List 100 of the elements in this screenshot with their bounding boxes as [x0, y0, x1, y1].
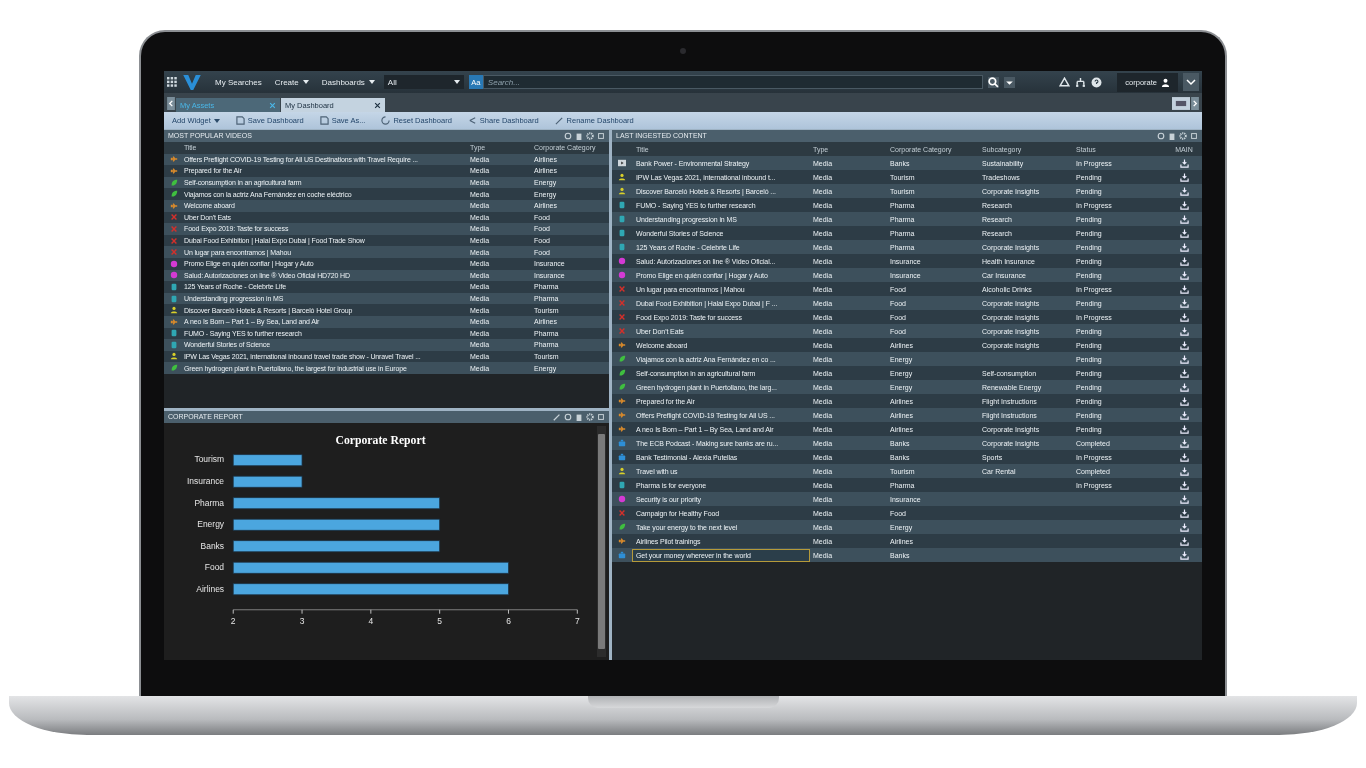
camera-dot — [680, 48, 686, 54]
sitemap-icon[interactable] — [1075, 76, 1087, 88]
tick-label: 2 — [230, 616, 236, 627]
minimize-icon[interactable] — [597, 132, 605, 140]
search-field[interactable]: Search... — [482, 75, 983, 89]
tick-label: 3 — [299, 616, 305, 627]
cross-icon — [618, 313, 626, 321]
download-icon[interactable] — [1179, 354, 1189, 364]
download-icon[interactable] — [1179, 172, 1189, 182]
airplane-icon — [618, 341, 626, 349]
pencil-icon — [554, 116, 564, 125]
briefcase-icon — [618, 453, 626, 461]
chart-title: Corporate Report — [335, 434, 426, 448]
tick-label: 6 — [506, 616, 511, 627]
download-icon[interactable] — [1179, 382, 1189, 392]
axis-label: Insurance — [186, 476, 225, 486]
cross-icon — [618, 327, 626, 335]
refresh-icon[interactable] — [1157, 132, 1165, 140]
trash-icon[interactable] — [575, 413, 583, 421]
airplane-icon — [170, 155, 178, 164]
download-icon[interactable] — [1179, 270, 1189, 280]
bottle-icon — [618, 481, 626, 489]
axis-label: Energy — [197, 519, 225, 529]
download-icon[interactable] — [1179, 284, 1189, 294]
person-icon — [618, 467, 626, 475]
download-icon[interactable] — [1179, 410, 1189, 420]
download-icon[interactable] — [1179, 340, 1189, 350]
download-icon[interactable] — [1179, 242, 1189, 252]
airplane-icon — [170, 201, 178, 210]
airplane-icon — [618, 397, 626, 405]
cross-icon — [618, 299, 626, 307]
download-icon[interactable] — [1179, 550, 1189, 560]
download-icon[interactable] — [1179, 368, 1189, 378]
scope-dropdown[interactable]: All — [383, 75, 464, 89]
download-icon[interactable] — [1179, 522, 1189, 532]
download-icon[interactable] — [1179, 452, 1189, 462]
download-icon[interactable] — [1179, 536, 1189, 546]
tab-left-arrow[interactable] — [167, 97, 175, 110]
download-icon[interactable] — [1179, 424, 1189, 434]
play-icon — [618, 159, 626, 167]
menu-button[interactable]: Create — [270, 77, 313, 87]
menu-button[interactable]: Dashboards — [317, 77, 379, 87]
download-icon[interactable] — [1179, 466, 1189, 476]
download-icon[interactable] — [1179, 508, 1189, 518]
download-icon[interactable] — [1179, 228, 1189, 238]
download-icon[interactable] — [1179, 312, 1189, 322]
download-icon[interactable] — [1179, 298, 1189, 308]
download-icon[interactable] — [1179, 438, 1189, 448]
download-icon[interactable] — [1179, 186, 1189, 196]
cross-icon — [618, 285, 626, 293]
person-icon — [618, 173, 626, 181]
search-icon[interactable] — [987, 76, 999, 88]
settings-icon[interactable] — [1179, 132, 1187, 140]
download-icon[interactable] — [1179, 214, 1189, 224]
menu-button[interactable]: My Searches — [211, 77, 266, 87]
person-icon — [170, 306, 178, 315]
refresh-icon[interactable] — [564, 413, 572, 421]
refresh-icon[interactable] — [564, 132, 572, 140]
person-icon — [170, 352, 178, 361]
close-icon[interactable] — [374, 101, 381, 109]
tab-right-arrow[interactable] — [1191, 97, 1199, 110]
cross-icon — [170, 213, 178, 222]
bar — [232, 454, 303, 467]
download-icon[interactable] — [1179, 200, 1189, 210]
axis-label: Food — [204, 562, 225, 572]
trash-icon[interactable] — [1168, 132, 1176, 140]
scrollbar-thumb[interactable] — [598, 434, 605, 649]
download-icon[interactable] — [1179, 396, 1189, 406]
settings-icon[interactable] — [586, 132, 594, 140]
leaf-icon — [618, 523, 626, 531]
airplane-icon — [618, 411, 626, 419]
download-icon[interactable] — [1179, 326, 1189, 336]
chevron-down-icon[interactable] — [1183, 73, 1199, 91]
apps-grid-icon[interactable] — [167, 76, 178, 88]
settings-icon[interactable] — [586, 413, 594, 421]
trash-icon[interactable] — [575, 132, 583, 140]
bar — [232, 475, 303, 488]
tick-label: 4 — [368, 616, 374, 627]
caret-icon — [213, 118, 220, 123]
airplane-icon — [618, 537, 626, 545]
cross-icon — [618, 509, 626, 517]
axis-label: Tourism — [194, 454, 225, 465]
download-icon[interactable] — [1179, 494, 1189, 504]
minimize-icon[interactable] — [597, 413, 605, 421]
minimize-icon[interactable] — [1190, 132, 1198, 140]
person-icon — [618, 187, 626, 195]
download-icon[interactable] — [1179, 256, 1189, 266]
person-icon — [1161, 77, 1170, 87]
download-icon[interactable] — [1179, 158, 1189, 168]
briefcase-icon — [618, 439, 626, 447]
cross-icon — [170, 248, 178, 257]
tick-label: 7 — [574, 616, 580, 627]
caret-icon[interactable] — [1003, 76, 1015, 88]
scrollbar[interactable] — [597, 426, 606, 657]
cross-icon — [170, 224, 178, 233]
leaf-icon — [170, 364, 178, 373]
edit-icon[interactable] — [553, 413, 561, 421]
help-icon[interactable] — [1091, 76, 1103, 88]
download-icon[interactable] — [1179, 480, 1189, 490]
layout-icon[interactable] — [1172, 97, 1190, 110]
